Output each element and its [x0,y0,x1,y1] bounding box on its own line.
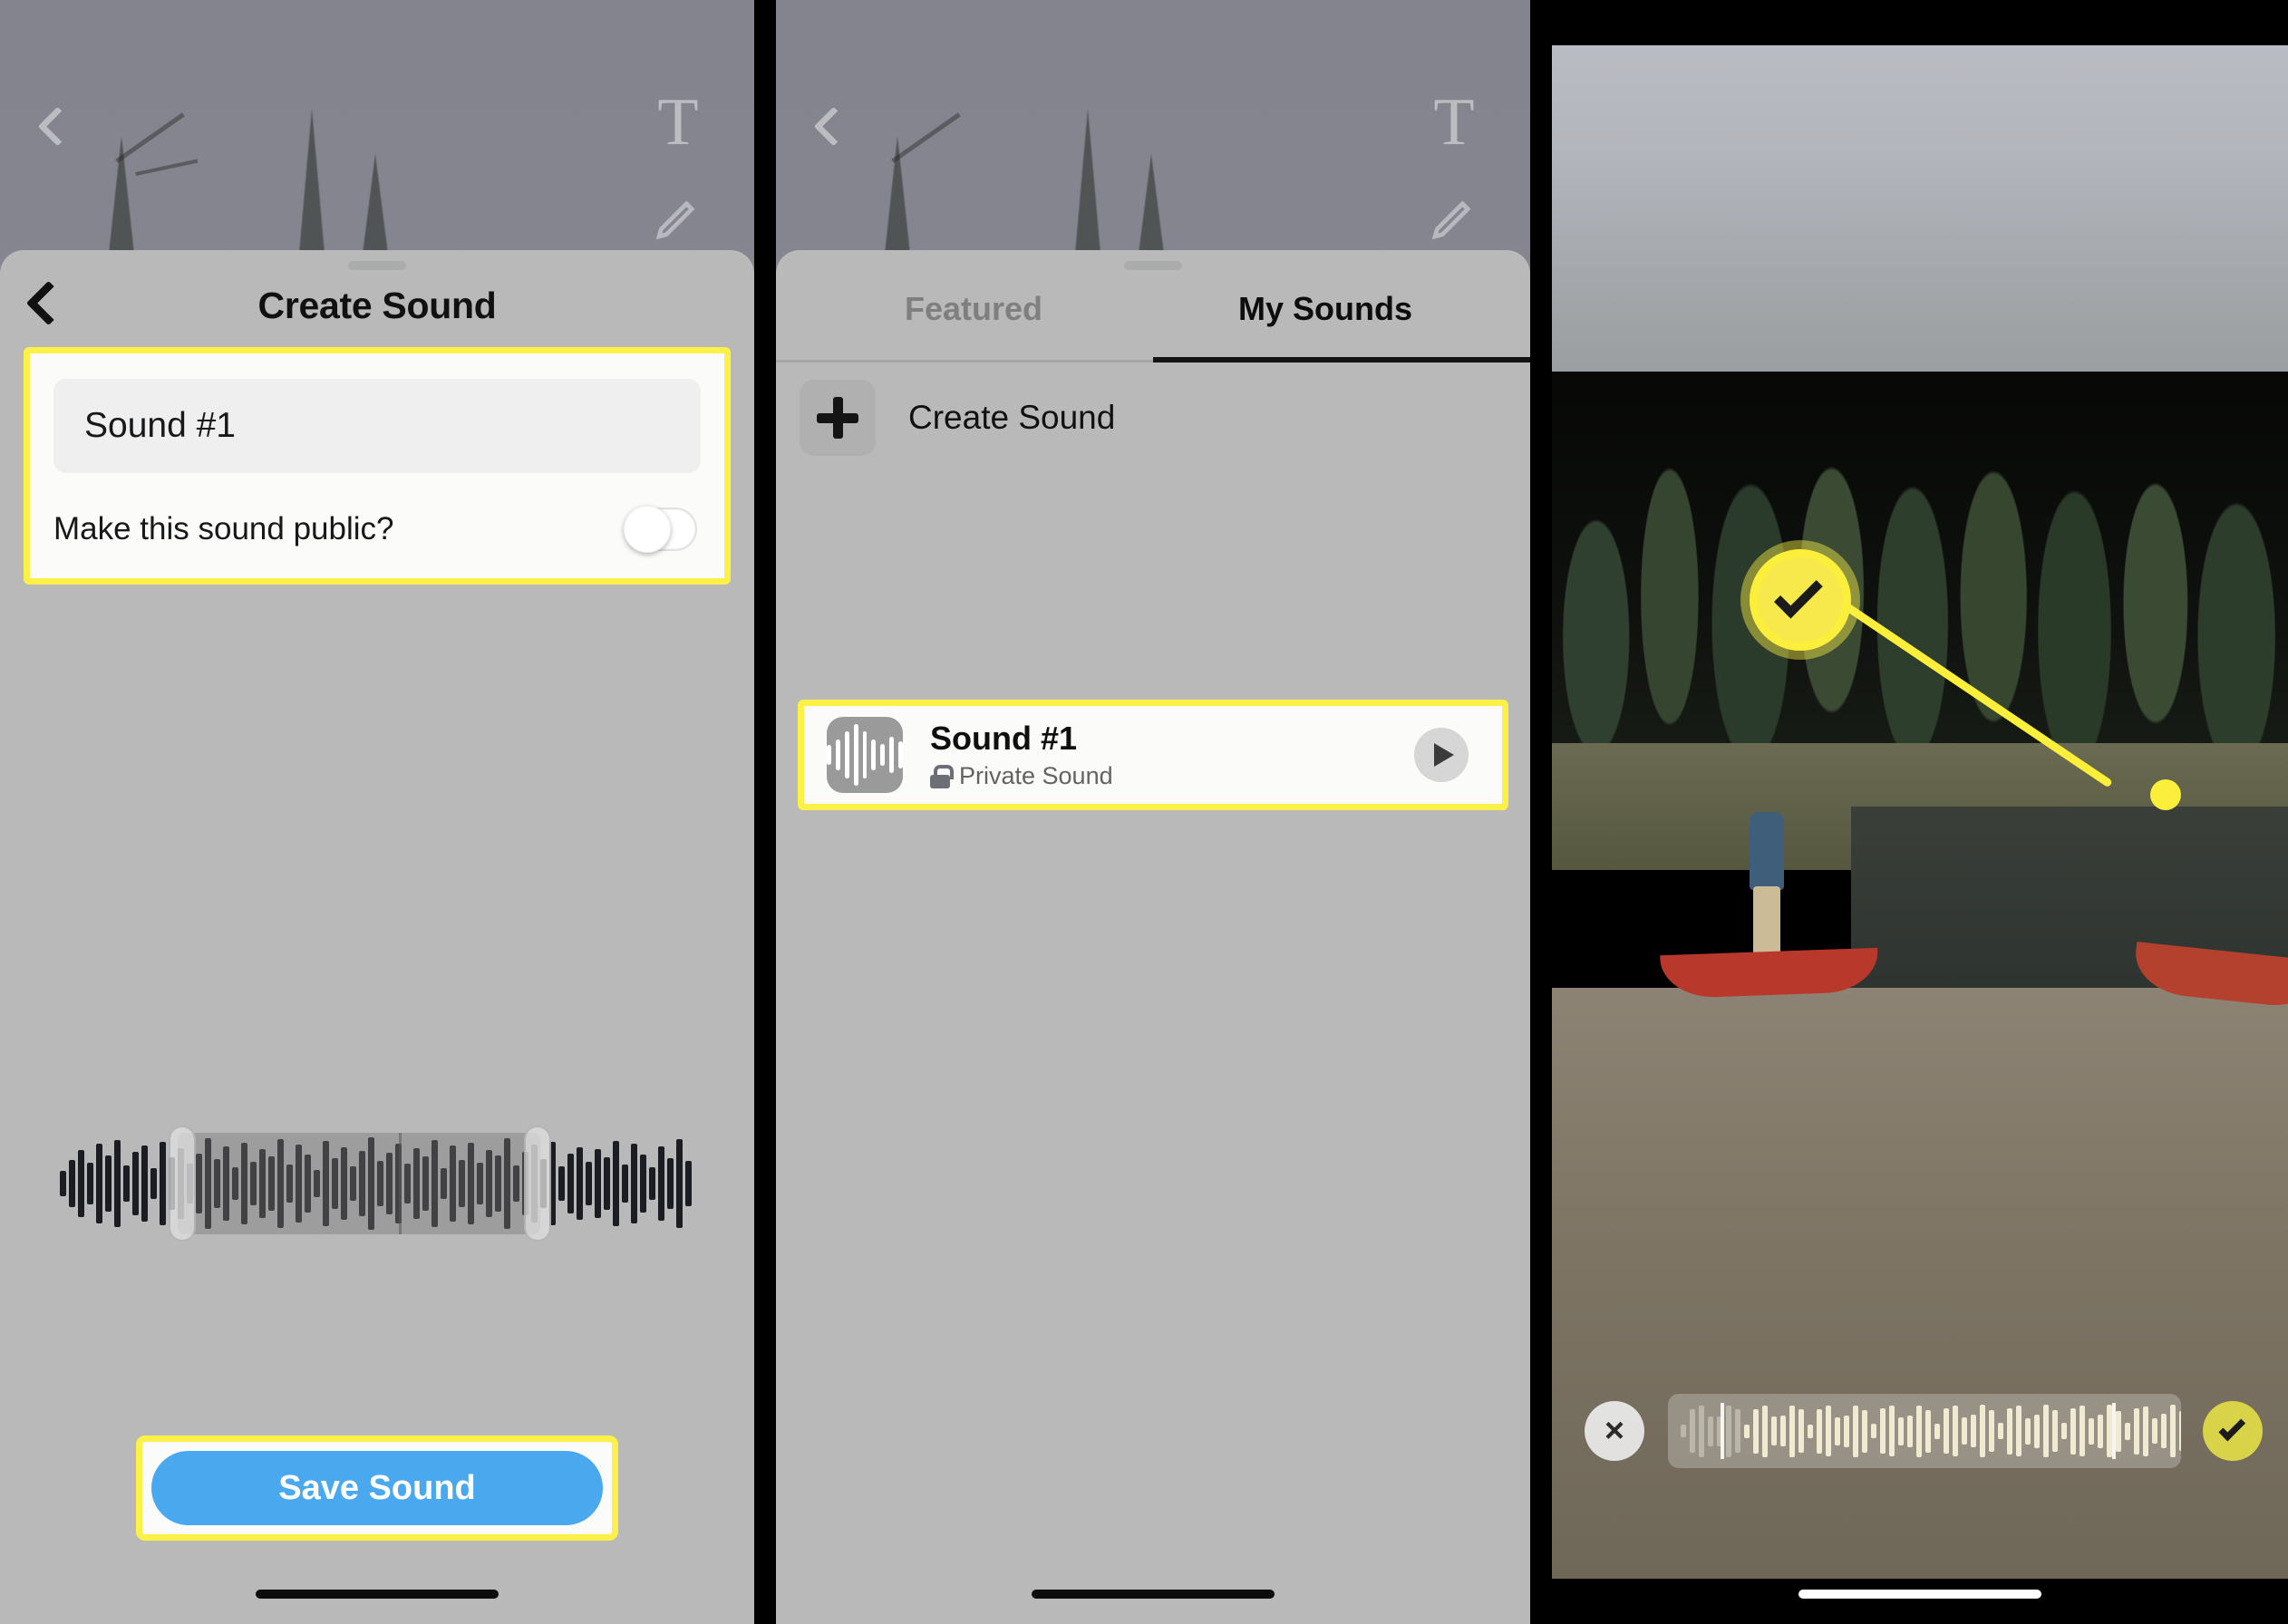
public-toggle-row[interactable]: Make this sound public? [53,491,697,567]
waveform-icon [827,717,904,793]
trim-handle-right[interactable] [524,1126,551,1242]
callout-check-badge [1750,549,1851,651]
pencil-tool-icon[interactable] [653,192,703,243]
callout-endpoint [2150,779,2181,810]
home-indicator-3 [1798,1590,2041,1599]
sound-form-highlight: Sound #1 Make this sound public? [24,347,731,585]
tab-my-sounds[interactable]: My Sounds [1238,290,1412,328]
save-sound-button[interactable]: Save Sound [151,1451,603,1525]
text-tool-icon-2[interactable]: T [1425,89,1483,156]
trim-split-marker [399,1133,402,1234]
home-indicator-2 [1032,1590,1275,1599]
sound-waveform-trimmer[interactable] [0,1120,754,1247]
list-item-create-sound[interactable]: Create Sound [776,362,1530,473]
trim-edge-marker [1721,1403,1724,1459]
sound-trim-bar[interactable] [1668,1394,2181,1468]
play-triangle [1433,743,1454,767]
back-chevron-icon[interactable] [31,107,73,149]
back-chevron-icon-2[interactable] [807,107,848,149]
my-sounds-bottom-sheet: Featured My Sounds Create Sound Sound #1 [776,250,1530,1624]
trim-handle-left[interactable] [169,1126,196,1242]
lock-icon [930,764,954,788]
panel-my-sounds: T Featured My Sounds Create Sound Sound … [776,0,1530,1624]
panel-divider [754,0,776,1624]
play-icon[interactable] [1414,728,1469,782]
home-indicator [256,1590,499,1599]
save-sound-highlight: Save Sound [136,1436,618,1541]
public-toggle-label: Make this sound public? [53,511,394,546]
trim-edge-marker-right [2112,1403,2116,1459]
check-icon [1774,569,1823,619]
screenshot-stage: T Create Sound Sound #1 Make this sound … [0,0,2288,1624]
tab-featured[interactable]: Featured [905,290,1042,328]
create-sound-bottom-sheet: Create Sound Sound #1 Make this sound pu… [0,250,754,1624]
sound-name-value: Sound #1 [84,406,236,445]
sound-item-subtitle-row: Private Sound [930,762,1113,790]
panel-camera-preview: × [1552,0,2288,1624]
photo-forest [1552,154,2288,825]
sound-item-subtitle: Private Sound [959,762,1113,790]
page-title: Create Sound [257,285,497,326]
list-item-sound[interactable]: Sound #1 Private Sound [810,712,1496,798]
cancel-button[interactable]: × [1585,1401,1644,1461]
sound-trim-toolbar: × [1552,1381,2288,1479]
plus-icon-tile [800,380,876,456]
preview-frame: × [1552,45,2288,1579]
panel-divider-2 [1530,0,1552,1624]
lake-photo [1552,45,2288,1579]
plus-icon [817,397,858,439]
check-icon-small [2218,1414,2246,1442]
sheet-header: Create Sound [0,250,754,346]
pencil-tool-icon-2[interactable] [1429,192,1479,243]
sound-name-input[interactable]: Sound #1 [53,379,701,473]
toggle-knob [624,506,671,553]
confirm-button[interactable] [2203,1401,2263,1461]
panel-create-sound: T Create Sound Sound #1 Make this sound … [0,0,754,1624]
sound-item-highlight: Sound #1 Private Sound [798,700,1508,810]
photo-ground [1552,988,2288,1579]
create-sound-label: Create Sound [908,399,1116,436]
sound-item-meta: Sound #1 Private Sound [930,720,1113,790]
text-tool-icon[interactable]: T [649,89,707,156]
public-toggle-switch[interactable] [624,506,697,553]
sound-item-title: Sound #1 [930,719,1078,757]
trim-selection-window[interactable] [178,1133,540,1234]
sounds-tab-bar: Featured My Sounds [776,250,1530,362]
